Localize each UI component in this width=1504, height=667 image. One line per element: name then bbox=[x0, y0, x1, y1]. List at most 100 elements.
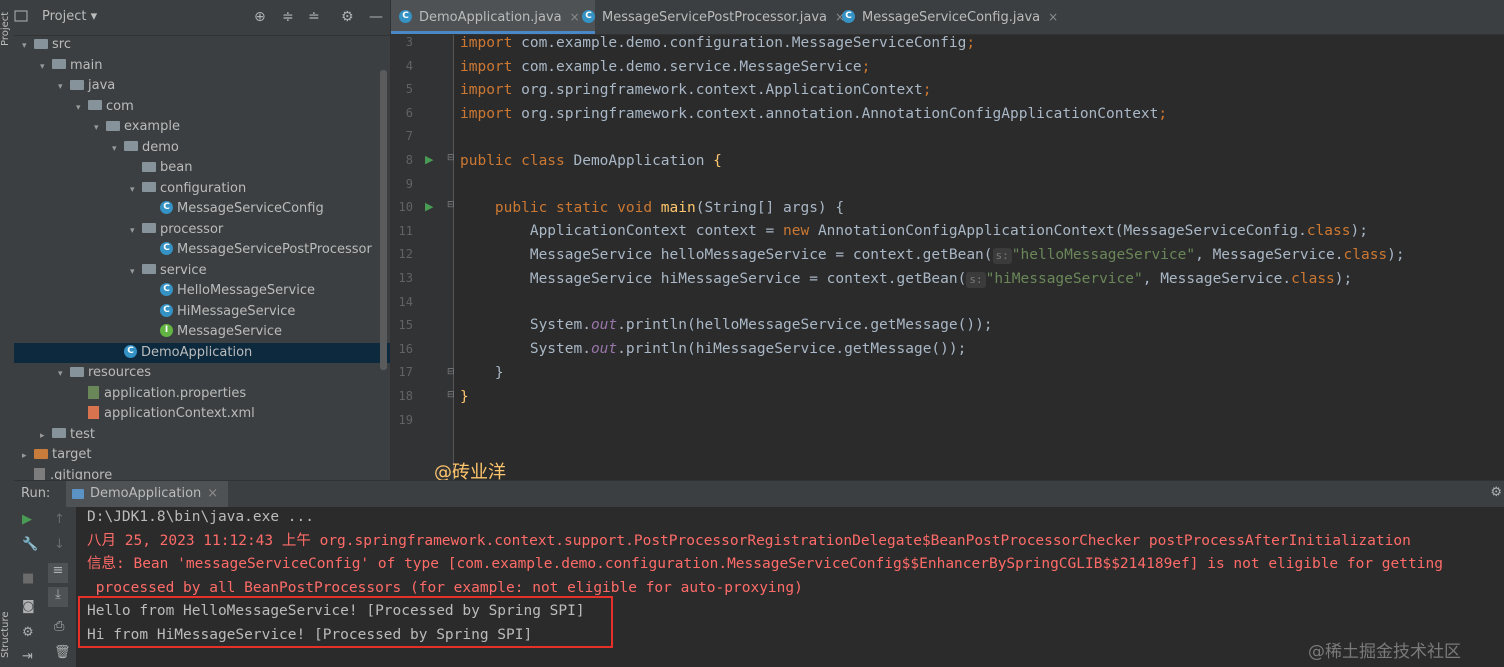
project-panel: Project ▾ ⊕ ≑ ≐ ⚙ — ▾ src ▾ main ▾ java ▾ com ▾ e… bbox=[14, 0, 391, 480]
expand-all-icon[interactable]: ≑ bbox=[282, 9, 294, 25]
chevron-right-icon[interactable]: ▸ bbox=[40, 426, 50, 446]
scroll-down-icon[interactable]: ↓ bbox=[54, 537, 65, 552]
tree-item-label: src bbox=[52, 37, 71, 52]
tree-item[interactable]: ▾ resources bbox=[14, 363, 390, 383]
run-class-icon[interactable]: ▶ bbox=[425, 153, 433, 166]
tree-item[interactable]: C DemoApplication bbox=[14, 342, 390, 363]
chevron-down-icon[interactable]: ▾ bbox=[130, 221, 140, 241]
code-line: import com.example.demo.configuration.Me… bbox=[460, 35, 976, 51]
rerun-icon[interactable]: ▶ bbox=[22, 512, 32, 527]
gear-icon[interactable]: ⚙ bbox=[341, 9, 354, 25]
wrench-icon[interactable]: 🔧 bbox=[22, 537, 38, 552]
tree-item[interactable]: bean bbox=[14, 158, 390, 178]
tree-item[interactable]: ▾ java bbox=[14, 76, 390, 96]
tree-item-label: DemoApplication bbox=[141, 344, 253, 360]
tab-demo-application[interactable]: C DemoApplication.java × bbox=[391, 0, 595, 34]
tree-item[interactable]: ▾ com bbox=[14, 97, 390, 117]
tree-item[interactable]: ▾ src bbox=[14, 35, 390, 55]
tree-item[interactable]: application.properties bbox=[14, 384, 390, 404]
chevron-down-icon[interactable]: ▾ bbox=[130, 180, 140, 200]
code-line: } bbox=[460, 389, 469, 405]
tree-item[interactable]: ▾ service bbox=[14, 261, 390, 281]
tree-item-label: .gitignore bbox=[50, 467, 113, 481]
tab-message-service-post-processor[interactable]: C MessageServicePostProcessor.java × bbox=[574, 0, 852, 34]
scroll-to-end-icon[interactable]: ⤓ bbox=[48, 587, 68, 607]
tree-item[interactable]: ▾ configuration bbox=[14, 179, 390, 199]
tree-item[interactable]: I MessageService bbox=[14, 322, 390, 342]
tree-item[interactable]: ▾ example bbox=[14, 117, 390, 137]
locate-icon[interactable]: ⊕ bbox=[254, 9, 266, 25]
soft-wrap-icon[interactable]: ≡ bbox=[48, 563, 68, 583]
folder-icon bbox=[88, 100, 102, 110]
tree-item[interactable]: C HiMessageService bbox=[14, 302, 390, 322]
scroll-up-icon[interactable]: ↑ bbox=[54, 512, 65, 527]
chevron-down-icon[interactable]: ▾ bbox=[22, 36, 32, 56]
collapse-all-icon[interactable]: ≐ bbox=[308, 9, 320, 25]
tree-item-label: java bbox=[88, 78, 116, 93]
camera-icon[interactable]: ◙ bbox=[22, 599, 35, 614]
tree-item[interactable]: C MessageServicePostProcessor bbox=[14, 240, 390, 260]
chevron-down-icon: ▾ bbox=[90, 9, 98, 24]
folder-icon bbox=[142, 161, 156, 172]
console-line: D:\JDK1.8\bin\java.exe ... bbox=[87, 509, 314, 525]
class-icon: C bbox=[160, 283, 173, 296]
xml-file-icon bbox=[88, 406, 99, 419]
close-icon[interactable]: × bbox=[207, 486, 218, 501]
line-number: 5 bbox=[405, 82, 413, 97]
chevron-down-icon[interactable]: ▾ bbox=[58, 77, 68, 97]
tree-item[interactable]: ▸ target bbox=[14, 445, 390, 465]
class-icon: C bbox=[842, 10, 855, 23]
class-icon: C bbox=[160, 201, 173, 214]
project-scrollbar[interactable] bbox=[380, 70, 387, 370]
run-main-icon[interactable]: ▶ bbox=[425, 200, 433, 213]
chevron-down-icon[interactable]: ▾ bbox=[40, 57, 50, 77]
trash-icon[interactable]: 🗑 bbox=[54, 645, 71, 660]
chevron-down-icon[interactable]: ▾ bbox=[76, 98, 86, 118]
tree-item[interactable]: .gitignore bbox=[14, 466, 390, 481]
chevron-down-icon[interactable]: ▾ bbox=[112, 139, 122, 159]
line-number: 19 bbox=[398, 412, 413, 427]
tree-item[interactable]: applicationContext.xml bbox=[14, 404, 390, 424]
run-tab-demo-application[interactable]: DemoApplication × bbox=[66, 481, 229, 507]
tab-message-service-config[interactable]: C MessageServiceConfig.java × bbox=[834, 0, 1072, 34]
close-icon[interactable]: × bbox=[1048, 10, 1058, 24]
left-tool-strip: Project Structure bbox=[0, 0, 15, 667]
tree-item[interactable]: C HelloMessageService bbox=[14, 281, 390, 301]
tree-item[interactable]: ▸ test bbox=[14, 425, 390, 445]
properties-file-icon bbox=[88, 385, 99, 399]
tree-item-label: main bbox=[70, 57, 103, 73]
tree-item-label: target bbox=[52, 447, 92, 462]
tree-item-label: MessageService bbox=[177, 324, 283, 339]
line-number: 4 bbox=[405, 58, 413, 73]
tree-item[interactable]: ▾ demo bbox=[14, 138, 390, 158]
code-editor[interactable]: import com.example.demo.configuration.Me… bbox=[454, 35, 1504, 480]
project-tool-button[interactable]: Project bbox=[0, 4, 14, 54]
console-line: 信息: Bean 'messageServiceConfig' of type … bbox=[87, 556, 1443, 572]
print-icon[interactable]: ⎙ bbox=[54, 619, 64, 634]
code-line: MessageService helloMessageService = con… bbox=[529, 247, 1405, 264]
tree-item-label: application.properties bbox=[104, 385, 247, 401]
tree-item[interactable]: ▾ processor bbox=[14, 220, 390, 240]
exit-icon[interactable]: ⇥ bbox=[22, 649, 33, 664]
tree-item[interactable]: ▾ main bbox=[14, 56, 390, 76]
folder-icon bbox=[124, 141, 138, 151]
stop-icon[interactable]: ■ bbox=[22, 571, 34, 586]
parameter-hint: s: bbox=[992, 248, 1012, 264]
tree-item-label: demo bbox=[142, 139, 179, 155]
chevron-down-icon[interactable]: ▾ bbox=[58, 364, 68, 384]
tree-item[interactable]: C MessageServiceConfig bbox=[14, 199, 390, 219]
folder-icon bbox=[70, 366, 84, 377]
gear-icon[interactable]: ⚙ bbox=[1490, 485, 1502, 500]
line-number: 8 bbox=[405, 153, 413, 167]
project-view-selector[interactable]: Project ▾ bbox=[42, 9, 97, 24]
chevron-down-icon[interactable]: ▾ bbox=[130, 262, 140, 282]
chevron-down-icon[interactable]: ▾ bbox=[94, 118, 104, 138]
tree-item-label: com bbox=[106, 98, 134, 114]
line-number: 11 bbox=[398, 223, 413, 238]
structure-tool-button[interactable]: Structure bbox=[0, 606, 14, 664]
line-number: 7 bbox=[405, 129, 413, 144]
code-line: } bbox=[494, 365, 504, 381]
chevron-right-icon[interactable]: ▸ bbox=[22, 446, 32, 466]
gear-icon[interactable]: ⚙ bbox=[22, 625, 34, 640]
minimize-icon[interactable]: — bbox=[369, 9, 383, 25]
